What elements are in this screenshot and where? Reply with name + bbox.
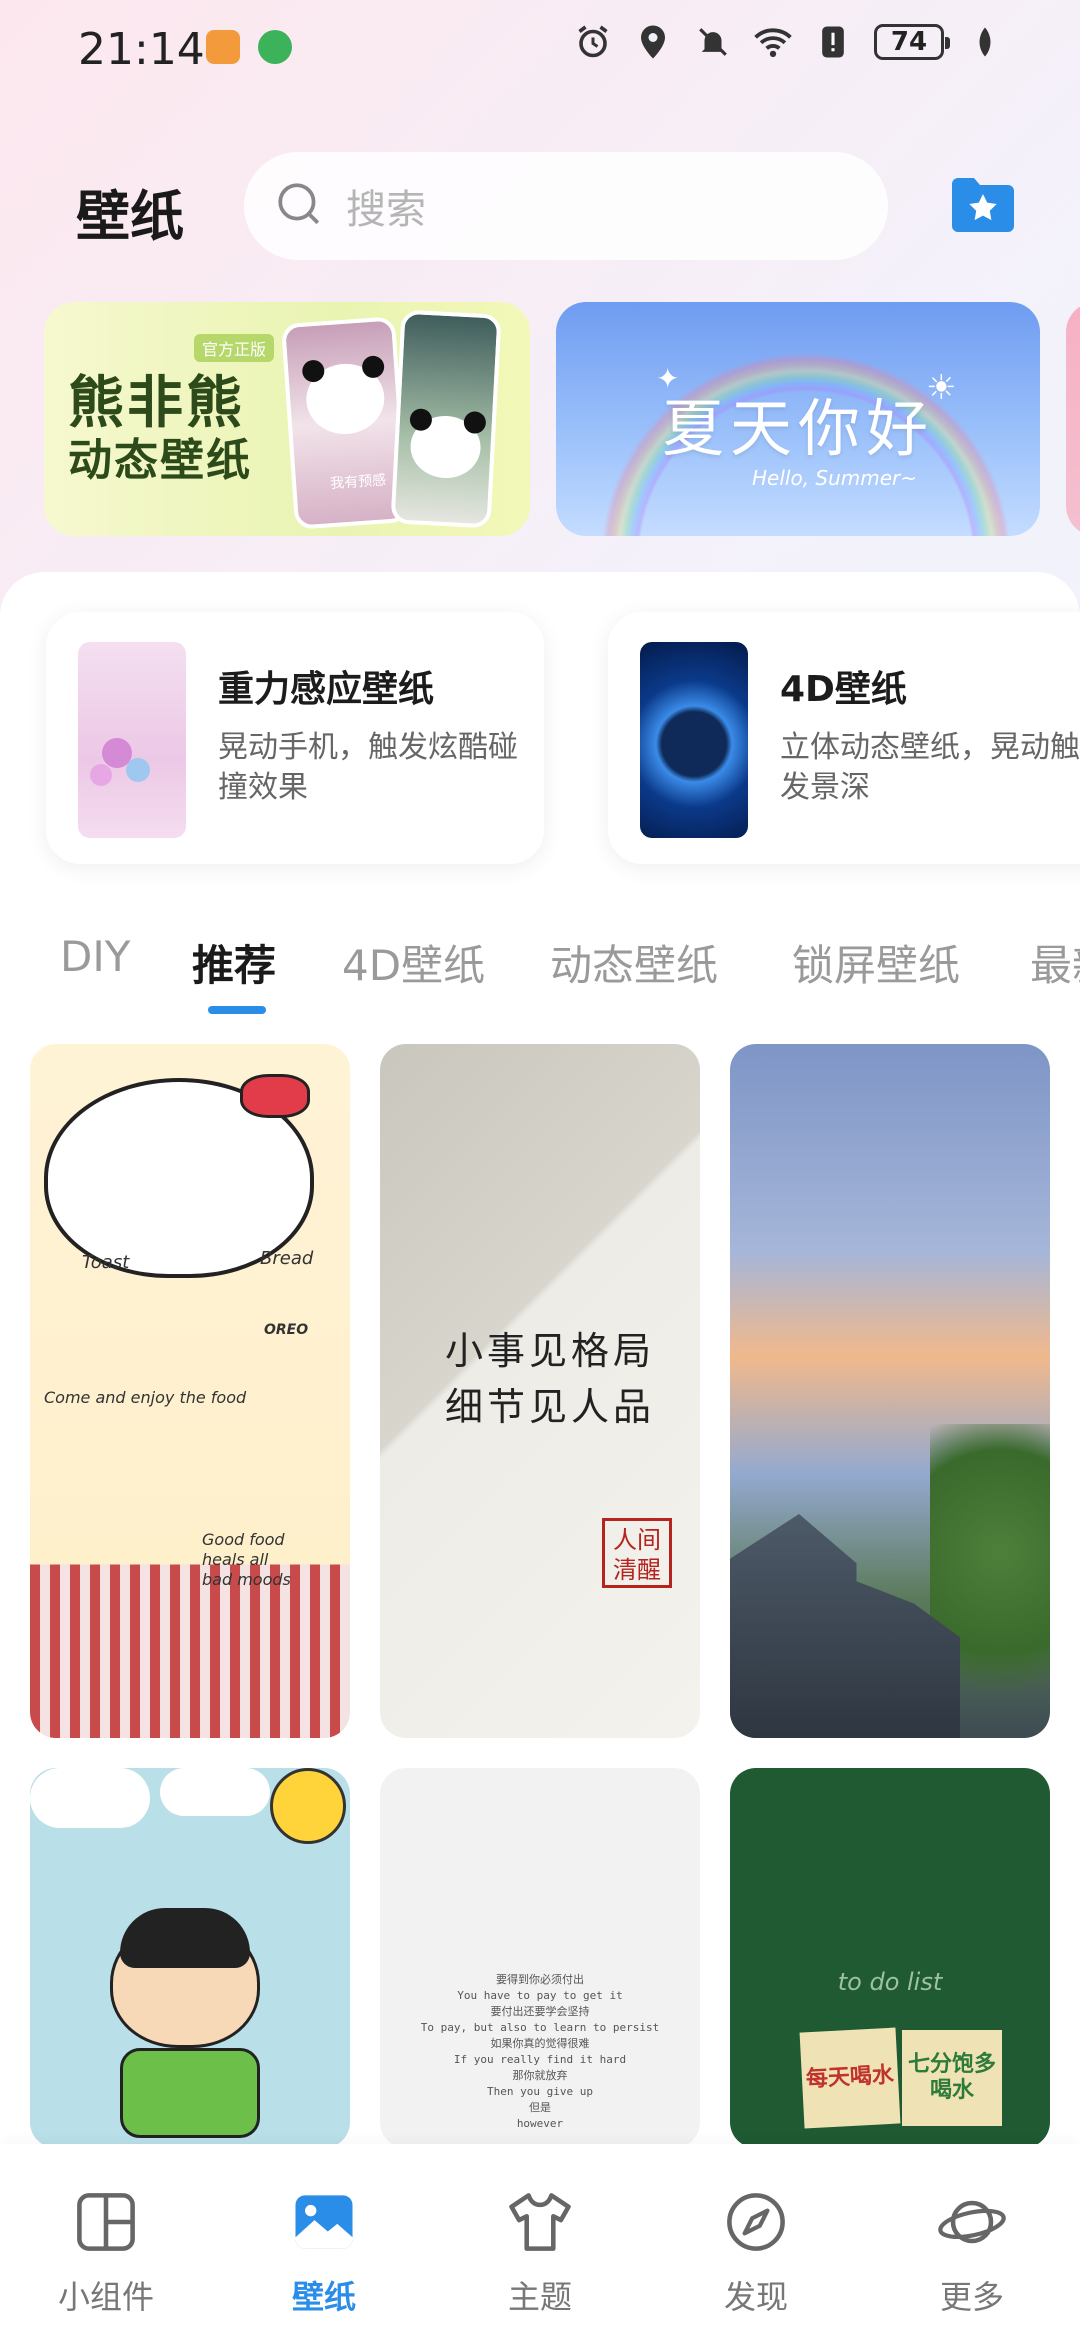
feature-description: 立体动态壁纸，晃动触发景深 <box>780 730 1080 805</box>
search-bar[interactable]: 搜索 <box>244 152 888 260</box>
gravity-wallpaper-card[interactable]: 重力感应壁纸 晃动手机，触发炫酷碰撞效果 <box>46 612 544 864</box>
nav-wallpaper[interactable]: 壁纸 <box>244 2184 404 2318</box>
banner-subtitle: Hello, Summer~ <box>752 466 918 490</box>
phone-notification-icon <box>258 30 292 64</box>
tile-text: Bread <box>260 1248 314 1269</box>
banner-title: 夏天你好 <box>661 392 934 465</box>
nav-label: 小组件 <box>57 2278 154 2316</box>
status-icons: 74 <box>574 22 1004 62</box>
wallpaper-tile[interactable]: 小事见格局 细节见人品 人间清醒 <box>380 1044 700 1738</box>
mute-icon <box>694 22 732 62</box>
4d-wallpaper-card[interactable]: 4D壁纸 立体动态壁纸，晃动触发景深 <box>608 612 1080 864</box>
tile-text: Come and enjoy the food <box>44 1388 247 1407</box>
wallpaper-tile[interactable]: 要得到你必须付出 You have to pay to get it 要付出还要… <box>380 1768 700 2148</box>
todo-title: to do list <box>837 1968 943 1996</box>
nav-discover[interactable]: 发现 <box>676 2184 836 2318</box>
card-caption: 我有预感 <box>329 472 387 493</box>
alert-icon <box>814 22 852 62</box>
status-time: 21:14 <box>78 24 205 75</box>
nav-widgets[interactable]: 小组件 <box>26 2184 186 2318</box>
wifi-icon <box>754 22 792 62</box>
house-graphic <box>730 1514 960 1738</box>
active-tab-indicator <box>208 1006 266 1014</box>
panda-wallpaper-preview-2 <box>390 309 502 529</box>
banner-subtitle: 动态壁纸 <box>68 435 252 486</box>
banner-xiong-fei-xiong[interactable]: 官方正版 熊非熊 动态壁纸 我有预感 <box>44 302 530 536</box>
feature-description: 晃动手机，触发炫酷碰撞效果 <box>218 730 518 805</box>
tab-latest[interactable]: 最新 <box>1030 932 1080 993</box>
category-tabs: DIY 推荐 4D壁纸 动态壁纸 锁屏壁纸 最新 <box>0 932 1080 1012</box>
compass-icon <box>727 2193 785 2251</box>
sticky-note: 每天喝水 <box>799 2027 901 2129</box>
tile-text: OREO <box>264 1322 309 1338</box>
search-icon <box>274 179 324 233</box>
sparkle-icon: ✦ <box>656 362 680 395</box>
red-seal-stamp: 人间清醒 <box>602 1518 672 1588</box>
feature-title: 4D壁纸 <box>780 669 907 710</box>
nav-label: 壁纸 <box>291 2278 356 2316</box>
planet-icon <box>938 2200 1006 2244</box>
nav-more[interactable]: 更多 <box>892 2184 1052 2318</box>
tab-live[interactable]: 动态壁纸 <box>550 932 718 993</box>
feature-title: 重力感应壁纸 <box>218 669 435 710</box>
page-title: 壁纸 <box>76 185 184 248</box>
star-folder-icon <box>952 178 1014 232</box>
4d-thumbnail <box>640 642 748 838</box>
wallpaper-tile[interactable] <box>30 1768 350 2148</box>
alarm-icon <box>574 22 612 62</box>
calligraphy-line: 细节见人品 <box>444 1385 655 1429</box>
theme-shirt-icon <box>509 2193 571 2251</box>
sticky-note: 七分饱多喝水 <box>902 2030 1002 2126</box>
sun-doodle-icon: ☀ <box>926 368 957 408</box>
widget-icon <box>77 2193 135 2251</box>
nav-label: 更多 <box>939 2278 1004 2316</box>
status-bar: 21:14 74 <box>0 0 1080 96</box>
tile-text: Good food heals all bad moods <box>202 1530 291 1589</box>
tab-4d[interactable]: 4D壁纸 <box>342 932 485 993</box>
tab-recommended[interactable]: 推荐 <box>192 932 276 993</box>
calligraphy-line: 小事见格局 <box>444 1329 655 1373</box>
bow-graphic <box>240 1074 310 1118</box>
gravity-thumbnail <box>78 642 186 838</box>
wallpaper-tile[interactable]: to do list 每天喝水 七分饱多喝水 <box>730 1768 1050 2148</box>
tab-lockscreen[interactable]: 锁屏壁纸 <box>792 932 960 993</box>
nav-label: 主题 <box>507 2278 572 2316</box>
location-icon <box>634 22 672 62</box>
bottom-navigation: 小组件 壁纸 主题 发现 更多 <box>0 2144 1080 2340</box>
favorites-folder-button[interactable] <box>950 176 1016 234</box>
app-notification-icon <box>206 30 240 64</box>
leaf-icon <box>966 22 1004 62</box>
panda-wallpaper-preview: 我有预感 <box>280 316 410 530</box>
search-placeholder: 搜索 <box>346 187 426 233</box>
tab-diy[interactable]: DIY <box>60 932 130 981</box>
sun-graphic <box>270 1768 346 1844</box>
tile-text: Toast <box>82 1252 130 1273</box>
wallpaper-tile[interactable]: Toast Bread Come and enjoy the food Good… <box>30 1044 350 1738</box>
poem-text: 要得到你必须付出 You have to pay to get it 要付出还要… <box>420 1973 660 2130</box>
battery-icon: 74 <box>874 24 950 60</box>
wallpaper-icon <box>295 2195 353 2249</box>
nav-themes[interactable]: 主题 <box>460 2184 620 2318</box>
wallpaper-tile[interactable] <box>730 1044 1050 1738</box>
banner-next[interactable] <box>1066 302 1080 536</box>
banner-summer[interactable]: 夏天你好 Hello, Summer~ ☀ ✦ <box>556 302 1040 536</box>
nav-label: 发现 <box>723 2278 788 2316</box>
